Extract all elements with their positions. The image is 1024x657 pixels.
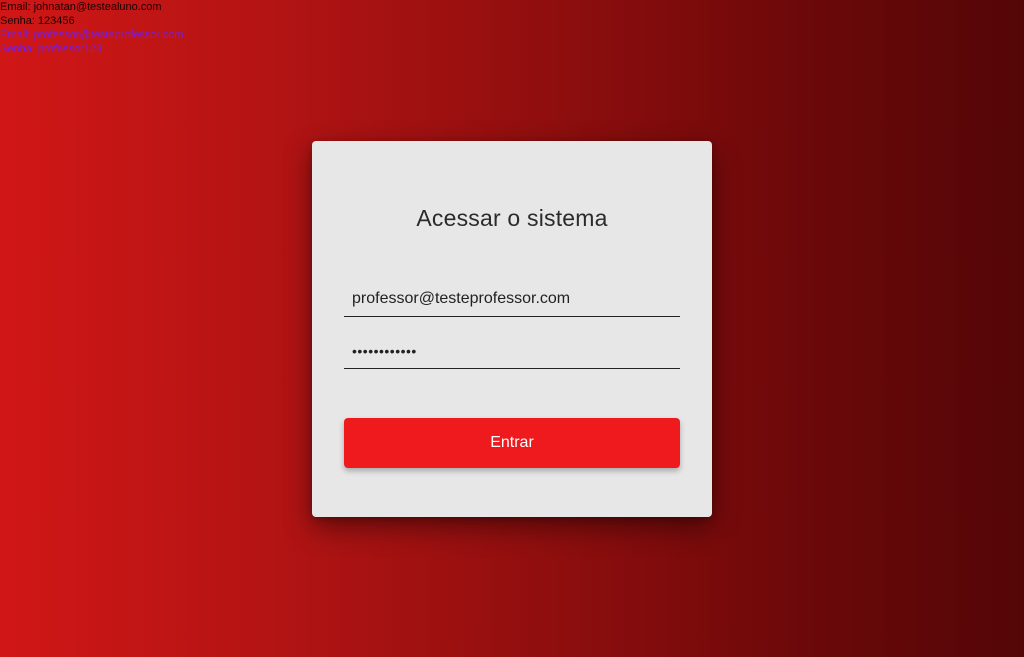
student-email-text: Email: johnatan@testealuno.com [0, 1, 162, 13]
professor-password-text: Senha: professor123 [0, 43, 103, 55]
password-field[interactable] [344, 333, 680, 369]
student-password-text: Senha: 123456 [0, 15, 75, 27]
professor-email-text: Email: professor@testeprofessor.com [0, 29, 184, 41]
test-credentials: Email: johnatan@testealuno.com Senha: 12… [0, 0, 184, 56]
login-title: Acessar o sistema [416, 205, 608, 231]
login-button[interactable]: Entrar [344, 418, 680, 468]
login-card: Acessar o sistema Entrar [312, 141, 712, 517]
email-field[interactable] [344, 281, 680, 317]
